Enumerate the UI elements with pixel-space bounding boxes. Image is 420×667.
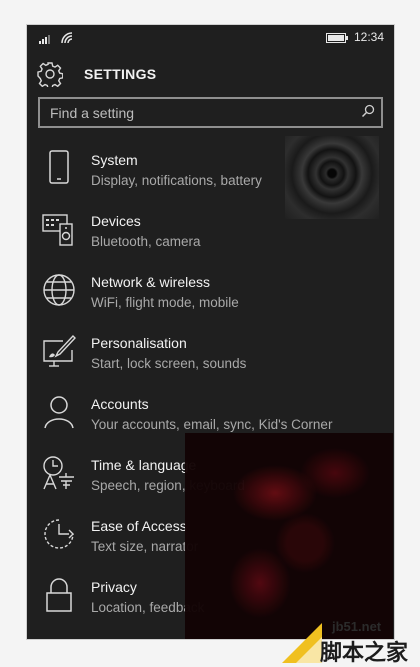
phone-icon <box>49 150 69 184</box>
settings-item-title: Accounts <box>91 396 149 412</box>
watermark: jb51.net 脚本之家 <box>282 617 420 666</box>
wifi-icon <box>61 32 73 44</box>
page-header: SETTINGS <box>27 61 394 95</box>
search-icon[interactable] <box>361 104 375 118</box>
settings-item-title: System <box>91 152 138 168</box>
globe-icon <box>43 274 75 306</box>
battery-icon <box>326 33 348 43</box>
search-input[interactable] <box>40 99 360 126</box>
status-time: 12:34 <box>354 30 385 44</box>
watermark-logo-icon <box>282 623 322 663</box>
settings-item-personalisation[interactable]: Personalisation Start, lock screen, soun… <box>27 325 394 383</box>
page-title: SETTINGS <box>84 66 157 82</box>
settings-item-title: Devices <box>91 213 141 229</box>
settings-item-subtitle: Bluetooth, camera <box>91 234 201 249</box>
settings-item-title: Privacy <box>91 579 137 595</box>
settings-item-network[interactable]: Network & wireless WiFi, flight mode, mo… <box>27 264 394 322</box>
watermark-site: jb51.net <box>332 619 382 634</box>
search-box[interactable] <box>38 97 383 128</box>
settings-item-subtitle: Text size, narrator <box>91 539 199 554</box>
person-icon <box>44 396 74 429</box>
devices-icon <box>42 214 73 246</box>
status-bar: 12:34 <box>27 25 394 53</box>
settings-item-subtitle: WiFi, flight mode, mobile <box>91 295 239 310</box>
settings-item-title: Ease of Access <box>91 518 187 534</box>
paint-icon <box>43 334 76 367</box>
ease-of-access-icon <box>44 519 74 549</box>
settings-item-title: Time & language <box>91 457 197 473</box>
signal-icon <box>39 35 50 44</box>
settings-item-title: Network & wireless <box>91 274 211 290</box>
settings-item-subtitle: Display, notifications, battery <box>91 173 262 188</box>
lock-icon <box>46 578 72 612</box>
photo-overlay-dark <box>285 136 379 219</box>
photo-overlay-red <box>185 433 393 639</box>
gear-icon <box>37 62 63 87</box>
settings-item-subtitle: Your accounts, email, sync, Kid's Corner <box>91 417 333 432</box>
settings-item-subtitle: Start, lock screen, sounds <box>91 356 247 371</box>
settings-item-title: Personalisation <box>91 335 187 351</box>
time-language-icon <box>43 456 74 490</box>
watermark-cn: 脚本之家 <box>320 641 409 666</box>
